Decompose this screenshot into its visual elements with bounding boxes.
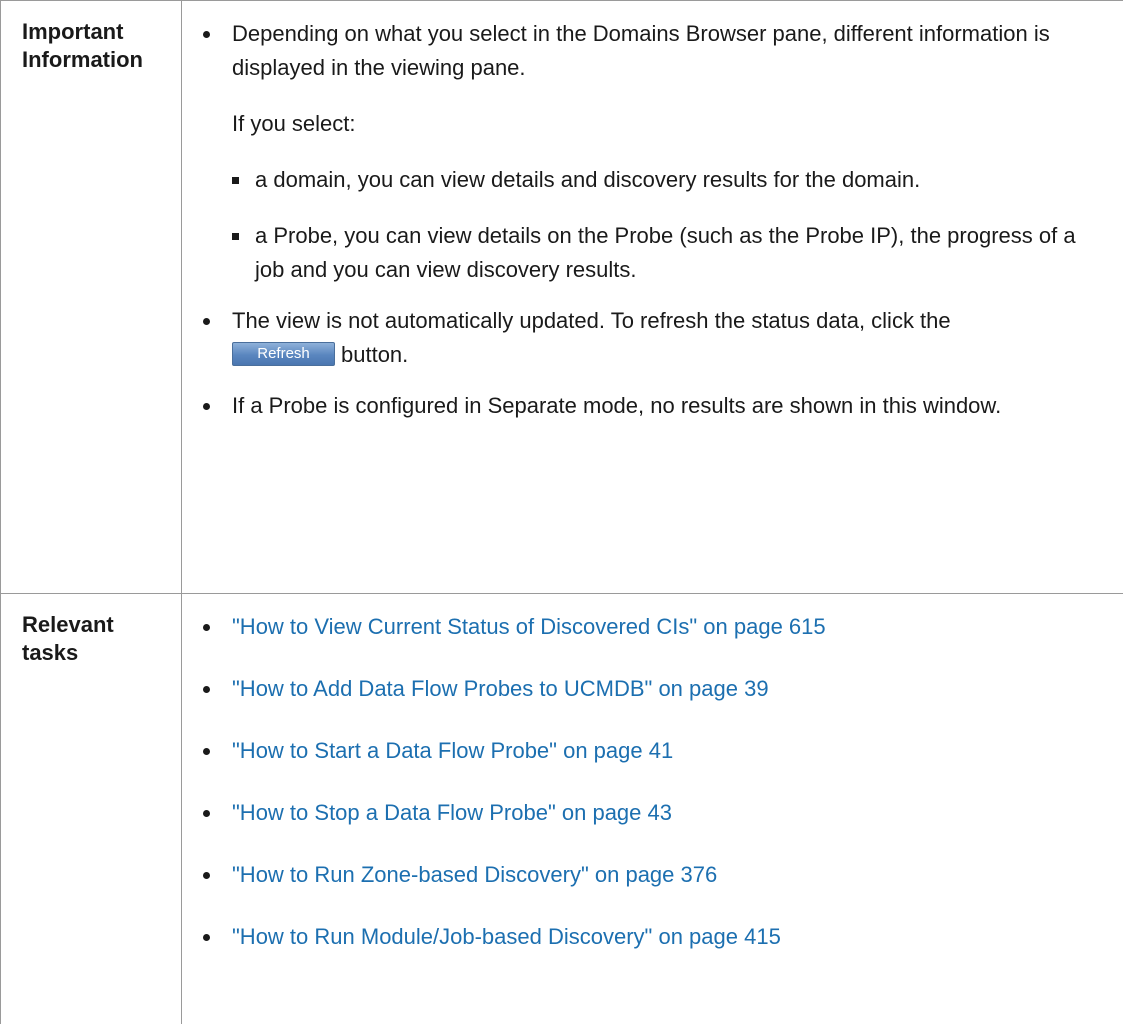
info-table: Important Information Depending on what … (0, 0, 1123, 1024)
bullet-square (232, 233, 239, 240)
bullet-text: The view is not automatically updated. T… (232, 308, 951, 333)
bullet-dot (203, 810, 210, 817)
bullet-dot (203, 318, 210, 325)
if-you-select-text: If you select: (232, 107, 1084, 141)
list-item: If a Probe is configured in Separate mod… (203, 389, 1123, 423)
important-bullet-list: Depending on what you select in the Doma… (182, 17, 1123, 423)
bullet-dot (203, 748, 210, 755)
relevant-task-list: "How to View Current Status of Discovere… (182, 610, 1123, 954)
task-link[interactable]: "How to Stop a Data Flow Probe" on page … (232, 800, 672, 825)
bullet-text: If a Probe is configured in Separate mod… (232, 393, 1001, 418)
relevant-tasks-row: Relevant tasks "How to View Current Stat… (1, 594, 1123, 1024)
bullet-dot (203, 934, 210, 941)
sub-bullet-list: a domain, you can view details and disco… (232, 163, 1084, 287)
list-item: "How to Run Module/Job-based Discovery" … (203, 920, 1123, 954)
bullet-dot (203, 403, 210, 410)
list-item: "How to Stop a Data Flow Probe" on page … (203, 796, 1123, 830)
important-information-row: Important Information Depending on what … (1, 1, 1123, 594)
list-item: "How to Start a Data Flow Probe" on page… (203, 734, 1123, 768)
bullet-dot (203, 872, 210, 879)
sub-bullet-text: a domain, you can view details and disco… (255, 167, 920, 192)
bullet-square (232, 177, 239, 184)
list-item: "How to Add Data Flow Probes to UCMDB" o… (203, 672, 1123, 706)
bullet-dot (203, 624, 210, 631)
list-item: a Probe, you can view details on the Pro… (232, 219, 1084, 287)
important-information-label: Important Information (1, 1, 172, 74)
important-content-cell: Depending on what you select in the Doma… (182, 1, 1123, 594)
list-item: "How to View Current Status of Discovere… (203, 610, 1123, 644)
relevant-label-cell: Relevant tasks (1, 594, 182, 1024)
relevant-tasks-label: Relevant tasks (1, 594, 132, 667)
relevant-content-cell: "How to View Current Status of Discovere… (182, 594, 1123, 1024)
refresh-button[interactable]: Refresh (232, 342, 335, 366)
important-label-cell: Important Information (1, 1, 182, 594)
sub-bullet-text: a Probe, you can view details on the Pro… (255, 223, 1076, 282)
task-link[interactable]: "How to Start a Data Flow Probe" on page… (232, 738, 673, 763)
list-item: a domain, you can view details and disco… (232, 163, 1084, 197)
bullet-dot (203, 31, 210, 38)
bullet-text: Depending on what you select in the Doma… (232, 21, 1050, 80)
list-item: The view is not automatically updated. T… (203, 304, 1123, 372)
task-link[interactable]: "How to Add Data Flow Probes to UCMDB" o… (232, 676, 769, 701)
list-item: "How to Run Zone-based Discovery" on pag… (203, 858, 1123, 892)
bullet-text: button. (341, 342, 408, 367)
task-link[interactable]: "How to Run Zone-based Discovery" on pag… (232, 862, 717, 887)
task-link[interactable]: "How to View Current Status of Discovere… (232, 614, 826, 639)
bullet-dot (203, 686, 210, 693)
task-link[interactable]: "How to Run Module/Job-based Discovery" … (232, 924, 781, 949)
list-item: Depending on what you select in the Doma… (203, 17, 1123, 287)
